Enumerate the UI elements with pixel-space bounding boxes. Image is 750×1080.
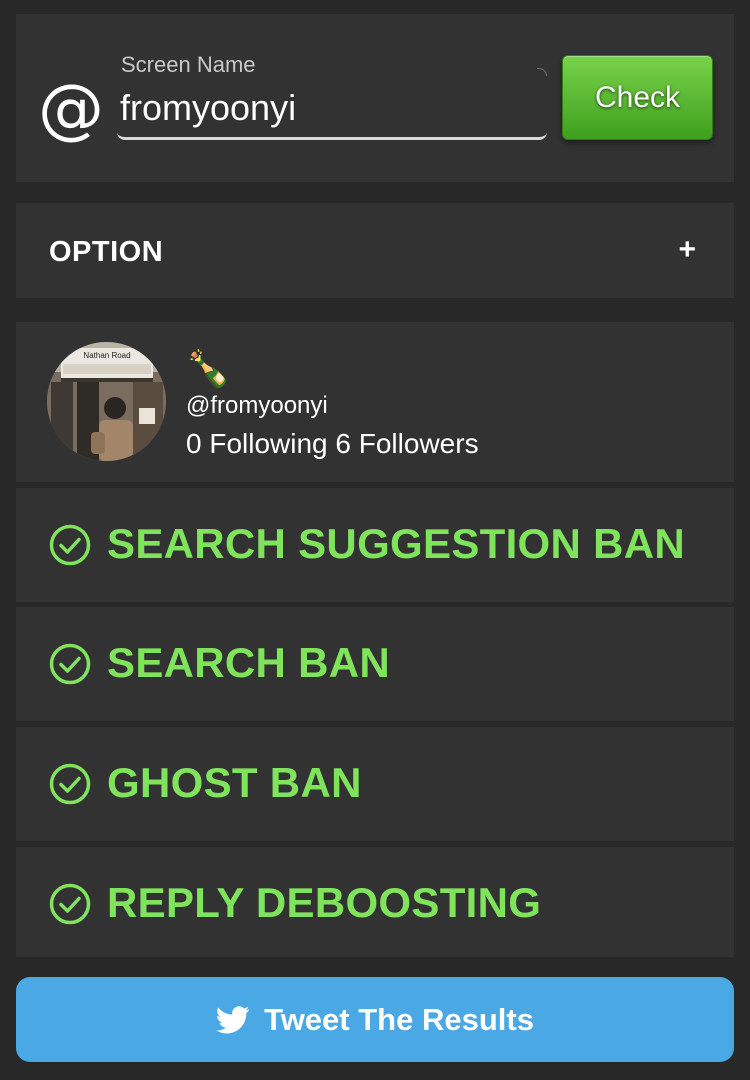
- avatar: Nathan Road: [47, 342, 166, 461]
- result-label: GHOST BAN: [107, 759, 362, 806]
- tweet-results-button[interactable]: Tweet The Results: [16, 977, 734, 1062]
- profile-card: Nathan Road 🍾 @fromyoonyi 0 Following 6 …: [16, 322, 734, 482]
- screen-name-label: Screen Name: [121, 52, 256, 77]
- screen-name-card: @ Screen Name Check: [16, 14, 734, 182]
- result-label: SEARCH BAN: [107, 639, 391, 686]
- screen-name-input[interactable]: [117, 78, 547, 140]
- result-search-ban: SEARCH BAN: [16, 607, 734, 721]
- result-search-suggestion-ban: SEARCH SUGGESTION BAN: [16, 488, 734, 602]
- follow-counts: 0 Following 6 Followers: [186, 428, 479, 459]
- screen-name-field: Screen Name: [117, 50, 547, 142]
- check-button[interactable]: Check: [562, 55, 713, 140]
- field-outline-corner: [537, 68, 547, 76]
- profile-handle: @fromyoonyi: [186, 392, 328, 419]
- check-circle-icon: [49, 883, 91, 925]
- twitter-bird-icon: [216, 1005, 250, 1033]
- option-toggle[interactable]: OPTION +: [16, 203, 734, 298]
- check-circle-icon: [49, 643, 91, 685]
- tweet-results-label: Tweet The Results: [264, 1001, 534, 1037]
- result-label: REPLY DEBOOSTING: [107, 879, 542, 926]
- option-label: OPTION: [49, 236, 164, 268]
- result-ghost-ban: GHOST BAN: [16, 727, 734, 841]
- champagne-icon: 🍾: [186, 349, 231, 390]
- avatar-sign-text: Nathan Road: [83, 351, 130, 360]
- result-reply-deboosting: REPLY DEBOOSTING: [16, 847, 734, 957]
- check-circle-icon: [49, 524, 91, 566]
- result-label: SEARCH SUGGESTION BAN: [107, 520, 686, 567]
- check-circle-icon: [49, 763, 91, 805]
- avatar-photo: Nathan Road: [47, 342, 166, 461]
- plus-icon[interactable]: +: [678, 233, 696, 267]
- at-sign-icon: @: [38, 70, 104, 147]
